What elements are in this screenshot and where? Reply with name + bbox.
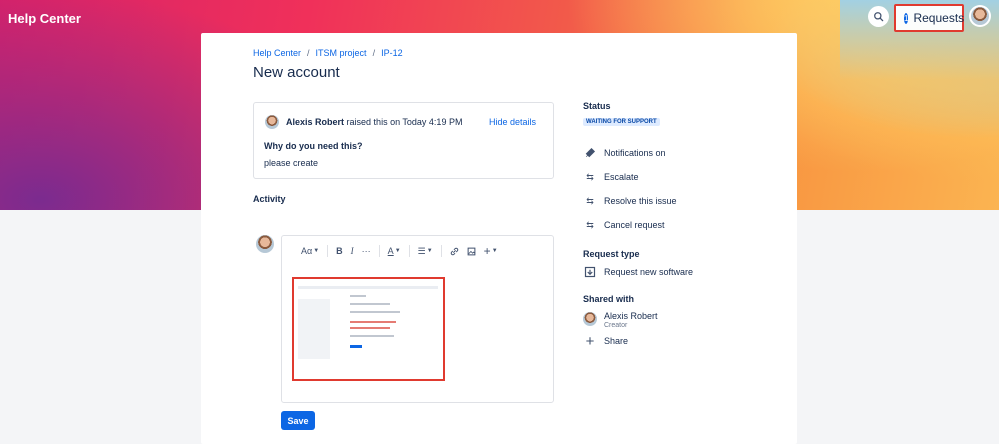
breadcrumb-help-center[interactable]: Help Center	[253, 48, 301, 58]
help-center-brand[interactable]: Help Center	[8, 11, 81, 26]
shared-user-name: Alexis Robert	[604, 311, 658, 321]
toolbar-divider	[378, 245, 380, 257]
request-type-value: Request new software	[583, 265, 693, 279]
thumbnail-button	[350, 345, 362, 348]
notifications-toggle[interactable]: Notifications on	[583, 146, 666, 160]
thumbnail-line-highlight	[350, 321, 396, 323]
resolve-label: Resolve this issue	[604, 196, 677, 206]
comment-editor[interactable]: Aα ▼ B I ··· A ▼ ☰ ▼ + ▼	[281, 235, 554, 403]
requests-label: Requests	[913, 11, 965, 25]
thumbnail-topbar	[298, 286, 438, 289]
search-button[interactable]	[868, 6, 889, 27]
page-title: New account	[253, 64, 340, 81]
thumbnail-line-highlight	[350, 327, 390, 329]
plus-icon: +	[483, 244, 491, 258]
bell-icon	[583, 146, 597, 160]
transition-arrows-icon: ⇆	[586, 171, 594, 182]
share-label: Share	[604, 336, 629, 346]
shared-user-avatar	[583, 312, 597, 326]
thumbnail-line	[350, 295, 366, 297]
activity-heading: Activity	[253, 194, 286, 204]
more-icon: ···	[361, 246, 371, 256]
text-style-label: Aα	[301, 246, 313, 256]
cancel-request-label: Cancel request	[604, 220, 665, 230]
insert-button[interactable]: + ▼	[480, 244, 502, 258]
raised-info: Alexis Robert raised this on Today 4:19 …	[286, 117, 462, 127]
thumbnail-line	[350, 311, 400, 313]
more-formatting-button[interactable]: ···	[358, 244, 375, 258]
resolve-action[interactable]: ⇆ Resolve this issue	[583, 194, 677, 208]
thumbnail-sidebar	[298, 299, 330, 359]
hide-details-link[interactable]: Hide details	[489, 117, 536, 127]
breadcrumb-separator: /	[372, 48, 376, 58]
requests-button[interactable]: 1 Requests	[894, 4, 964, 32]
bold-button[interactable]: B	[332, 244, 347, 258]
question-answer: please create	[264, 158, 319, 168]
request-details: Alexis Robert raised this on Today 4:19 …	[253, 102, 554, 179]
image-icon	[467, 247, 476, 255]
status-badge: WAITING FOR SUPPORT	[583, 118, 660, 126]
breadcrumb-project[interactable]: ITSM project	[316, 48, 367, 58]
avatar-image	[971, 7, 989, 25]
thumbnail-line	[350, 335, 394, 337]
attached-screenshot[interactable]	[292, 277, 445, 381]
question-label: Why do you need this?	[264, 141, 363, 151]
share-button[interactable]: + Share	[583, 332, 629, 350]
breadcrumb: Help Center / ITSM project / IP-12	[253, 48, 403, 58]
author-name: Alexis Robert	[286, 117, 345, 127]
chevron-down-icon: ▼	[491, 248, 498, 254]
thumbnail-line	[350, 303, 390, 305]
transition-arrows-icon: ⇆	[586, 219, 594, 230]
request-type-heading: Request type	[583, 249, 640, 259]
bold-icon: B	[336, 246, 343, 256]
toolbar-divider	[408, 245, 410, 257]
text-color-icon: A	[387, 246, 394, 256]
shared-with-heading: Shared with	[583, 294, 635, 304]
software-request-icon	[583, 265, 597, 279]
raised-text: raised this on Today 4:19 PM	[346, 117, 463, 127]
bullet-list-icon: ☰	[417, 245, 426, 256]
transition-arrows-icon: ⇆	[586, 195, 594, 206]
commenter-avatar	[256, 235, 274, 253]
chevron-down-icon: ▼	[313, 248, 320, 254]
text-color-button[interactable]: A ▼	[384, 244, 405, 258]
notifications-label: Notifications on	[604, 148, 666, 158]
list-button[interactable]: ☰ ▼	[414, 244, 437, 258]
editor-toolbar: Aα ▼ B I ··· A ▼ ☰ ▼ + ▼	[297, 244, 502, 258]
shared-user-role: Creator	[604, 322, 628, 329]
italic-button[interactable]: I	[347, 244, 358, 258]
link-button[interactable]	[446, 244, 463, 258]
save-button[interactable]: Save	[281, 411, 315, 430]
link-icon	[450, 247, 458, 255]
plus-icon: +	[585, 332, 595, 350]
profile-avatar[interactable]	[969, 5, 991, 27]
escalate-action[interactable]: ⇆ Escalate	[583, 170, 639, 184]
chevron-down-icon: ▼	[394, 248, 401, 254]
italic-icon: I	[350, 246, 354, 256]
text-style-dropdown[interactable]: Aα ▼	[297, 244, 323, 258]
search-icon	[874, 12, 884, 22]
breadcrumb-issue[interactable]: IP-12	[381, 48, 403, 58]
breadcrumb-separator: /	[307, 48, 310, 58]
request-type-label: Request new software	[604, 267, 694, 277]
escalate-label: Escalate	[604, 172, 639, 182]
cancel-request-action[interactable]: ⇆ Cancel request	[583, 218, 665, 232]
author-avatar	[265, 115, 279, 129]
request-card: Help Center / ITSM project / IP-12 New a…	[201, 33, 797, 444]
toolbar-divider	[440, 245, 442, 257]
status-heading: Status	[583, 101, 611, 111]
toolbar-divider	[327, 245, 329, 257]
chevron-down-icon: ▼	[426, 248, 433, 254]
image-button[interactable]	[463, 244, 480, 258]
requests-count-badge: 1	[904, 12, 909, 24]
